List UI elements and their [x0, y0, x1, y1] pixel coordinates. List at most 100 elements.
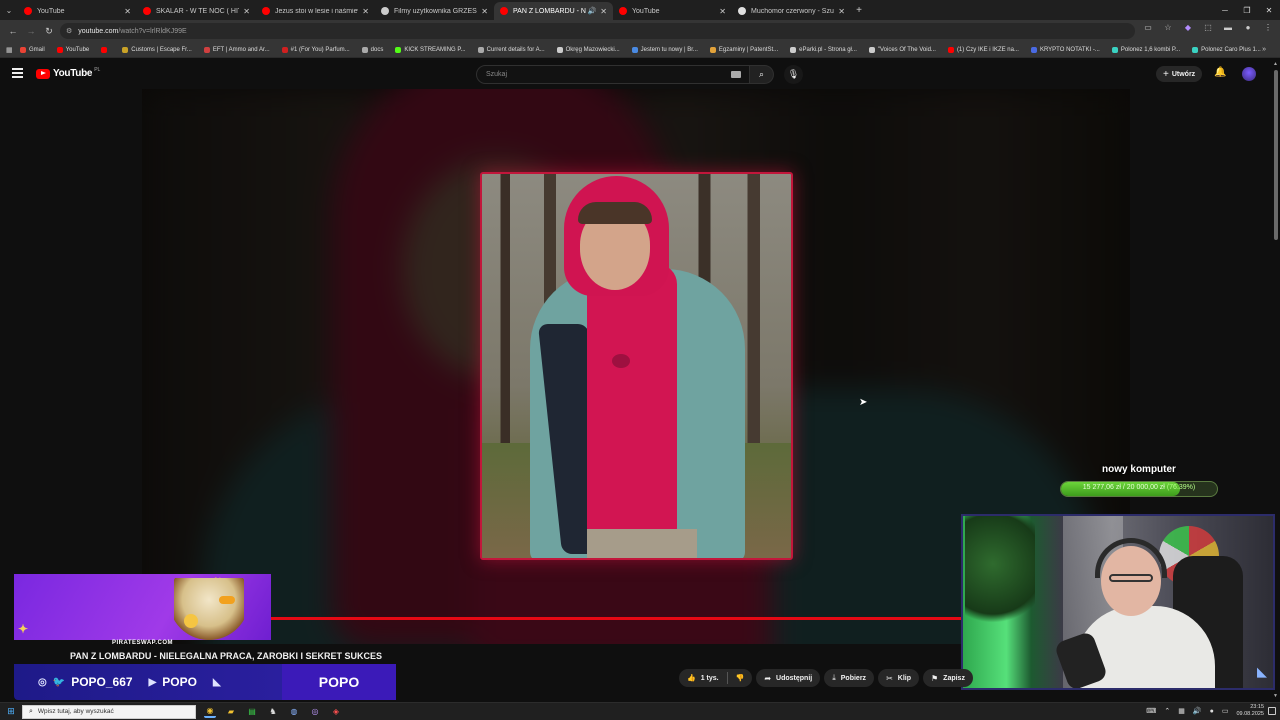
youtube-icon: ▶ — [148, 676, 157, 688]
bookmark-item[interactable]: EFT | Ammo and Ar... — [203, 46, 270, 53]
maximize-icon[interactable]: ❐ — [1236, 6, 1258, 15]
bookmark-item[interactable]: #1 (For You) Parfum... — [281, 46, 350, 53]
reload-icon[interactable]: ↻ — [40, 26, 58, 37]
volume-icon[interactable]: 🔊 — [1193, 707, 1202, 715]
dislike-button[interactable]: 👎 — [728, 674, 753, 682]
bookmark-label: "Voices Of The Void... — [877, 46, 936, 53]
forward-icon[interactable]: → — [22, 26, 40, 36]
apps-grid-icon[interactable]: ▦ — [6, 46, 20, 54]
bookmark-favicon-icon — [947, 46, 954, 53]
bookmark-item[interactable]: Polonez Caro Plus 1... — [1192, 46, 1261, 53]
avatar[interactable] — [1242, 67, 1256, 81]
address-bar[interactable]: ⚙ youtube.com/watch?v=lrlRldKJ99E — [60, 23, 1135, 39]
hamburger-menu-icon[interactable] — [12, 68, 23, 78]
excel-icon[interactable]: ▤ — [246, 706, 258, 718]
bookmark-label: Egzaminy | PatentSt... — [718, 46, 779, 53]
minimize-icon[interactable]: ─ — [1214, 6, 1236, 15]
youtube-channel-name: POPO — [162, 675, 197, 689]
cast-icon[interactable]: ▭ — [1142, 23, 1154, 32]
browser-tab[interactable]: YouTube ✕ — [18, 2, 137, 20]
save-label: Zapisz — [943, 674, 965, 682]
browser-tab[interactable]: PAN Z LOMBARDU - NIELE...🔊✕ — [494, 2, 613, 20]
scrollbar-thumb[interactable] — [1274, 70, 1278, 240]
tab-close-icon[interactable]: ✕ — [838, 7, 845, 16]
bookmark-item[interactable]: Customs | Escape Fr... — [122, 46, 192, 53]
bookmark-item[interactable]: KICK STREAMING P... — [395, 46, 466, 53]
file-explorer-icon[interactable]: ▰ — [225, 706, 237, 718]
tab-audio-icon[interactable]: 🔊 — [588, 7, 597, 15]
bookmark-item[interactable]: eParki.pl - Strona gł... — [790, 46, 857, 53]
tab-close-icon[interactable]: ✕ — [362, 7, 369, 16]
extensions-puzzle-icon[interactable]: ⬚ — [1202, 23, 1214, 32]
tab-close-icon[interactable]: ✕ — [481, 7, 488, 16]
back-icon[interactable]: ← — [4, 26, 22, 36]
bookmark-label: (1) Czy IKE i IKZE na... — [956, 46, 1019, 53]
steam-icon[interactable]: ◍ — [288, 706, 300, 718]
browser-tab[interactable]: Filmy użytkownika GRZESIU.PL ✕ — [375, 2, 494, 20]
like-button[interactable]: 👍 1 tys. — [679, 674, 727, 683]
extension-icon[interactable]: ◆ — [1182, 23, 1194, 32]
download-button[interactable]: ⤓ Pobierz — [824, 669, 875, 687]
bookmark-item[interactable]: Okręg Mazowiecki... — [556, 46, 620, 53]
browser-tab[interactable]: SKALAR - W TE NOC ( HIT Disc... ✕ — [137, 2, 256, 20]
tab-close-icon[interactable]: ✕ — [719, 7, 726, 16]
taskbar-clock[interactable]: 23:15 09.08.2025 — [1236, 704, 1264, 718]
youtube-header: YouTube PL Szukaj ⌕ 🎙 + Utwórz 🔔 — [0, 60, 1272, 88]
bookmark-item[interactable]: Jestem tu nowy | Br... — [631, 46, 698, 53]
bookmark-star-icon[interactable]: ☆ — [1162, 23, 1174, 32]
bookmark-item[interactable]: Polonez 1,6 kombi P... — [1111, 46, 1180, 53]
bookmark-item[interactable]: docs — [361, 46, 383, 53]
taskbar-search-input[interactable]: ⌕ Wpisz tutaj, aby wyszukać — [22, 704, 196, 719]
bookmark-item[interactable]: Egzaminy | PatentSt... — [709, 46, 779, 53]
windows-start-icon[interactable]: ⊞ — [0, 706, 22, 717]
bookmark-label: Jestem tu nowy | Br... — [640, 46, 698, 53]
new-tab-button[interactable]: + — [851, 5, 867, 16]
network-icon[interactable]: ▦ — [1178, 707, 1185, 715]
bookmark-item[interactable]: Gmail — [20, 46, 45, 53]
bookmark-item[interactable]: KRYPTO NOTATKI -... — [1030, 46, 1100, 53]
notification-center-icon[interactable] — [1268, 707, 1276, 715]
create-button[interactable]: + Utwórz — [1156, 66, 1203, 82]
browser-tab[interactable]: Jezus stoi w lesie i naśmiewa się... ✕ — [256, 2, 375, 20]
scroll-up-arrow-icon[interactable]: ▲ — [1273, 61, 1278, 67]
app-icon[interactable]: ♞ — [267, 706, 279, 718]
mic-tray-icon[interactable]: ● — [1210, 708, 1214, 715]
like-count: 1 tys. — [700, 674, 719, 682]
obs-icon[interactable]: ◎ — [309, 706, 321, 718]
battery-icon[interactable]: ▭ — [1222, 707, 1229, 715]
recording-app-icon[interactable]: ◈ — [330, 706, 342, 718]
tab-close-icon[interactable]: ✕ — [124, 7, 131, 16]
site-info-icon[interactable]: ⚙ — [66, 27, 72, 35]
bookmark-label: KICK STREAMING P... — [404, 46, 466, 53]
notifications-bell-icon[interactable]: 🔔 — [1214, 67, 1226, 78]
browser-tab[interactable]: Muchomor czerwony - Szukaj w... ✕ — [732, 2, 851, 20]
bookmark-item[interactable]: YouTube — [56, 46, 89, 53]
close-window-icon[interactable]: ✕ — [1258, 6, 1280, 15]
search-button[interactable]: ⌕ — [750, 65, 774, 84]
keyboard-tray-icon[interactable]: ⌨ — [1146, 707, 1156, 715]
clip-button[interactable]: ✂ Klip — [878, 669, 919, 687]
search-input[interactable]: Szukaj — [476, 65, 750, 84]
tab-close-icon[interactable]: ✕ — [600, 7, 607, 16]
save-button[interactable]: ⚑ Zapisz — [923, 669, 973, 687]
tab-close-icon[interactable]: ✕ — [243, 7, 250, 16]
voice-search-button[interactable]: 🎙 — [784, 65, 803, 84]
browser-tab[interactable]: YouTube ✕ — [613, 2, 732, 20]
share-button[interactable]: ➦ Udostępnij — [756, 669, 821, 687]
tab-favicon-icon — [143, 7, 151, 15]
tab-groups-icon[interactable]: ▬ — [1222, 23, 1234, 32]
chrome-menu-icon[interactable]: ⋮ — [1262, 23, 1274, 32]
tab-search-menu-icon[interactable]: ⌄ — [0, 0, 18, 20]
bookmarks-overflow-icon[interactable]: » — [1262, 46, 1266, 53]
chrome-taskbar-icon[interactable]: ◉ — [204, 706, 216, 718]
bookmark-item[interactable]: Current details for A... — [477, 46, 545, 53]
kick-logo-icon: ◣ — [1257, 664, 1267, 679]
bookmark-item[interactable] — [101, 46, 110, 53]
tray-overflow-icon[interactable]: ⌃ — [1164, 707, 1170, 715]
scroll-down-arrow-icon[interactable]: ▼ — [1273, 693, 1278, 699]
keyboard-icon[interactable] — [731, 71, 741, 78]
bookmark-item[interactable]: (1) Czy IKE i IKZE na... — [947, 46, 1019, 53]
youtube-logo[interactable]: YouTube PL — [36, 67, 100, 79]
bookmark-item[interactable]: "Voices Of The Void... — [868, 46, 936, 53]
profile-icon[interactable]: ● — [1242, 23, 1254, 32]
